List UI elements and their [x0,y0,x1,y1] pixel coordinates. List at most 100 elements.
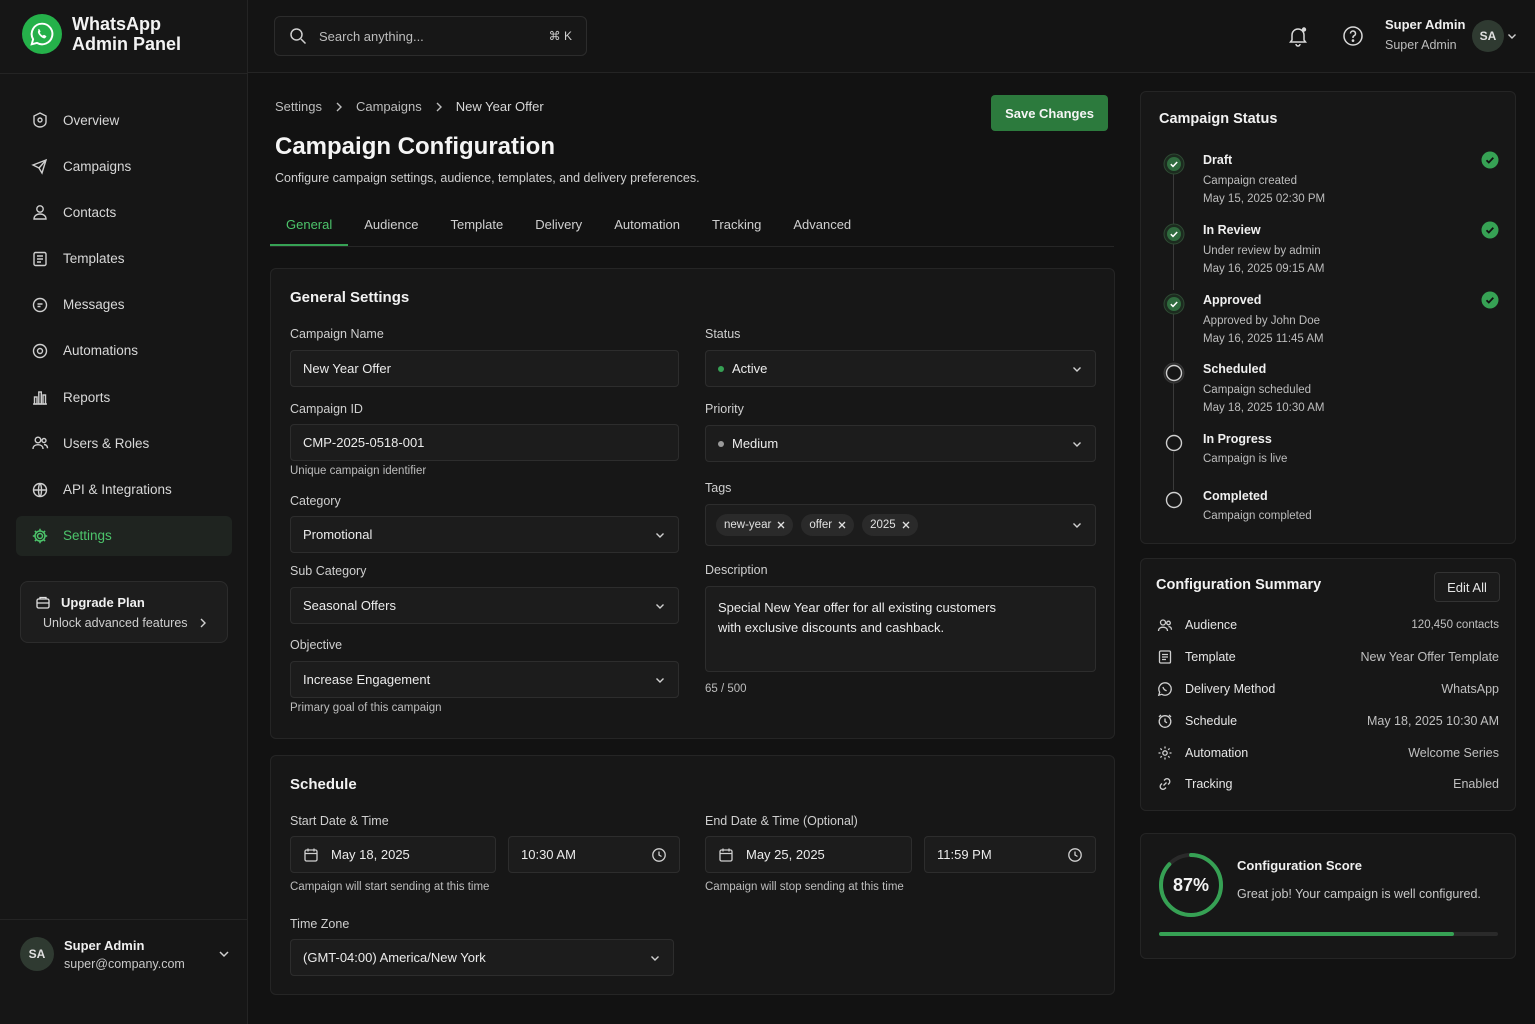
status-value: Active [732,361,768,376]
sidebar-item-messages[interactable]: Messages [16,285,232,325]
clock-icon [651,847,667,863]
breadcrumb-settings[interactable]: Settings [275,99,322,114]
tab-template[interactable]: Template [434,205,519,246]
category-select[interactable]: Promotional [290,516,679,553]
page-title: Campaign Configuration [275,133,555,160]
tag-chip[interactable]: new-year [716,514,794,536]
end-date-input[interactable]: May 25, 2025 [705,836,912,873]
status-step-title: Draft [1203,153,1233,167]
divider [0,73,247,74]
campaign-id-value: CMP-2025-0518-001 [303,435,425,450]
users-icon [1157,617,1173,633]
sidebar-item-users-roles[interactable]: Users & Roles [16,423,232,463]
tags-input[interactable]: new-year offer 2025 [705,504,1096,546]
avatar[interactable]: SA [1472,20,1504,52]
priority-value: Medium [732,436,779,451]
summary-row-tracking[interactable]: Tracking Enabled [1157,776,1499,792]
calendar-icon [718,847,734,863]
sidebar-item-label: Overview [63,112,120,128]
sidebar-item-reports[interactable]: Reports [16,377,232,417]
status-step-time: May 18, 2025 10:30 AM [1203,402,1325,414]
sidebar-item-label: Templates [63,251,125,267]
chevron-down-icon [1071,519,1083,531]
user-email: super@company.com [64,956,185,971]
tab-advanced[interactable]: Advanced [777,205,867,246]
close-icon[interactable] [838,521,846,529]
schedule-title: Schedule [290,776,357,793]
close-icon[interactable] [902,521,910,529]
sidebar-item-contacts[interactable]: Contacts [16,192,232,232]
megaphone-icon [31,157,49,175]
upgrade-plan-card[interactable]: Upgrade Plan Unlock advanced features [20,581,228,643]
end-time-input[interactable]: 11:59 PM [924,836,1096,873]
status-step-desc: Approved by John Doe [1203,315,1320,327]
sidebar-item-overview[interactable]: Overview [16,100,232,140]
bell-icon[interactable] [1287,25,1309,47]
sidebar-item-campaigns[interactable]: Campaigns [16,146,232,186]
campaign-id-input[interactable]: CMP-2025-0518-001 [290,424,679,461]
start-time-input[interactable]: 10:30 AM [508,836,680,873]
chevron-down-icon [654,600,666,612]
tag-chip[interactable]: 2025 [862,514,918,536]
status-step-desc: Campaign scheduled [1203,384,1312,396]
sidebar-item-label: Messages [63,297,125,313]
objective-label: Objective [290,638,343,652]
breadcrumb-current: New Year Offer [455,99,544,114]
tab-audience[interactable]: Audience [348,205,434,246]
subcategory-select[interactable]: Seasonal Offers [290,587,679,624]
campaign-name-input[interactable]: New Year Offer [290,350,679,387]
tab-general[interactable]: General [270,205,349,246]
sidebar-item-settings[interactable]: Settings [16,515,232,556]
priority-select[interactable]: Medium [705,425,1096,462]
top-user-info[interactable]: Super Admin Super Admin [1385,17,1465,52]
description-textarea[interactable]: Special New Year offer for all existing … [705,586,1096,672]
user-icon [31,203,49,221]
brand[interactable]: WhatsApp Admin Panel [22,14,181,54]
sidebar-item-api-integrations[interactable]: API & Integrations [16,470,232,510]
status-select[interactable]: Active [705,350,1096,387]
upgrade-subtitle: Unlock advanced features [43,616,188,630]
breadcrumb-campaigns[interactable]: Campaigns [356,99,422,114]
status-step-time: May 16, 2025 09:15 AM [1203,263,1325,275]
search-box[interactable]: Search anything... ⌘ K [274,16,587,56]
status-step-title: Completed [1203,489,1268,503]
status-step-completed: Completed Campaign completed [1159,489,1499,529]
sidebar-item-templates[interactable]: Templates [16,239,232,279]
timezone-select[interactable]: (GMT-04:00) America/New York [290,939,674,976]
search-shortcut: ⌘ K [548,29,572,43]
chevron-down-icon[interactable] [218,948,230,960]
top-user-role: Super Admin [1385,38,1457,52]
end-date-value: May 25, 2025 [746,847,825,862]
check-circle-icon [1163,223,1185,245]
summary-row-schedule[interactable]: Schedule May 18, 2025 10:30 AM [1157,713,1499,729]
status-step-draft: Draft Campaign created May 15, 2025 02:3… [1159,151,1499,209]
summary-row-delivery-method[interactable]: Delivery Method WhatsApp [1157,681,1499,697]
start-date-input[interactable]: May 18, 2025 [290,836,496,873]
campaign-id-help: Unique campaign identifier [290,465,427,477]
summary-value: Enabled [1453,777,1499,791]
tab-automation[interactable]: Automation [598,205,696,246]
tag-chip[interactable]: offer [801,514,855,536]
search-input[interactable]: Search anything... [319,29,424,44]
summary-row-template[interactable]: Template New Year Offer Template [1157,649,1499,665]
circle-icon [1163,432,1185,454]
save-button[interactable]: Save Changes [991,95,1108,131]
tab-delivery[interactable]: Delivery [519,205,598,246]
edit-all-button[interactable]: Edit All [1434,572,1500,602]
campaign-id-label: Campaign ID [290,402,363,416]
help-icon[interactable] [1342,25,1364,47]
end-time-value: 11:59 PM [937,847,992,862]
summary-row-automation[interactable]: Automation Welcome Series [1157,745,1499,761]
summary-row-audience[interactable]: Audience 120,450 contacts [1157,617,1499,633]
objective-select[interactable]: Increase Engagement [290,661,679,698]
chevron-down-icon[interactable] [1507,31,1517,41]
close-icon[interactable] [777,521,785,529]
status-step-in-progress: In Progress Campaign is live [1159,432,1499,472]
search-icon [289,27,307,45]
tab-tracking[interactable]: Tracking [696,205,777,246]
user-menu[interactable]: SA Super Admin super@company.com [20,937,230,971]
status-step-title: Scheduled [1203,362,1267,376]
objective-value: Increase Engagement [303,672,431,687]
sidebar-item-automations[interactable]: Automations [16,331,232,371]
status-step-time: May 16, 2025 11:45 AM [1203,333,1324,345]
